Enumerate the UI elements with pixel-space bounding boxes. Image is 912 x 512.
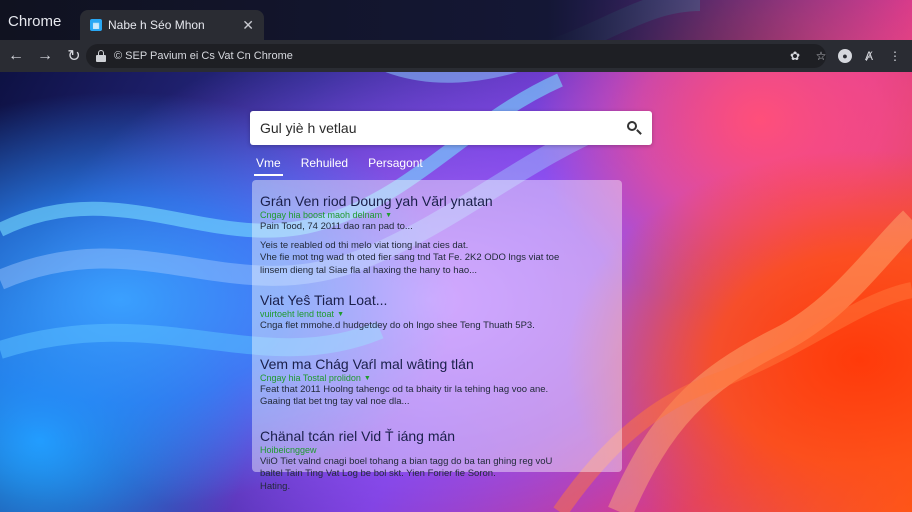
result-item: Vem ma Chág Vaŕl mal wâting tlán Cngay h…	[260, 355, 614, 409]
address-bar[interactable]: © SEP Pavium ei Cs Vat Cn Chrome	[86, 44, 826, 68]
menu-icon[interactable]: ⋮	[886, 47, 904, 65]
browser-brand: Chrome	[8, 13, 62, 30]
result-url: vuirtoeht lend ttoat ▼	[260, 309, 344, 320]
forward-arrow-icon[interactable]: →	[32, 43, 58, 69]
result-item: Grán Ven riod Doung yah Vărl ynatan Cnga…	[260, 192, 614, 277]
profile-icon[interactable]: ●	[838, 49, 852, 63]
result-snippet-line: linsem dieng tal Siae fla al haxing the …	[260, 264, 478, 276]
caret-down-icon[interactable]: ▼	[337, 309, 344, 320]
translate-icon[interactable]: Ⱥ	[860, 47, 878, 65]
tab-title: Nabe h Séo Mhon	[108, 18, 205, 32]
result-title[interactable]: Vem ma Chág Vaŕl mal wâting tlán	[260, 355, 614, 373]
result-snippet-line: Yeis te reabled od thi melo viat tiong l…	[260, 239, 469, 251]
extension-icon[interactable]: ✿	[786, 47, 804, 65]
result-snippet-line: Cnga flet mmohe.d hudgetdey do oh lngo s…	[260, 320, 535, 331]
search-icon[interactable]	[626, 120, 642, 136]
bookmark-star-icon[interactable]: ☆	[812, 47, 830, 65]
favicon-icon: ▦	[90, 19, 102, 31]
caret-down-icon[interactable]: ▼	[385, 210, 392, 221]
result-snippet-line: baltel Tain Ting Vat Log be bol skt. Yie…	[260, 468, 496, 479]
search-box[interactable]: Gul yiè h vetlau	[250, 111, 652, 145]
toolbar-icons: ✿ ☆ ● Ⱥ ⋮	[786, 40, 904, 72]
result-snippet-line: Gaaing tlat bet tng tay val noe dla...	[260, 396, 410, 407]
tab-rehuiled[interactable]: Rehuiled	[299, 152, 350, 176]
close-icon[interactable]: ✕	[242, 17, 254, 34]
browser-toolbar: ← → ↻ © SEP Pavium ei Cs Vat Cn Chrome ✿…	[0, 40, 912, 72]
results-panel: Grán Ven riod Doung yah Vărl ynatan Cnga…	[252, 180, 622, 492]
result-title[interactable]: Grán Ven riod Doung yah Vărl ynatan	[260, 192, 614, 210]
result-item: Viat Yeŝ Tiam Loat... vuirtoeht lend tto…	[260, 291, 614, 333]
result-item: Chänal tcán riel Vid Ť iáng mán Hoibeicn…	[260, 427, 614, 494]
reload-icon[interactable]: ↻	[61, 43, 87, 69]
tab-vme[interactable]: Vme	[254, 152, 283, 176]
tab-persagont[interactable]: Persagont	[366, 152, 425, 176]
back-arrow-icon[interactable]: ←	[3, 43, 29, 69]
result-url: Hoibeicnggew	[260, 444, 317, 455]
url-text: © SEP Pavium ei Cs Vat Cn Chrome	[114, 50, 293, 62]
browser-tab[interactable]: ▦ Nabe h Séo Mhon ✕	[80, 10, 264, 40]
search-input[interactable]: Gul yiè h vetlau	[260, 120, 626, 136]
caret-down-icon[interactable]: ▼	[364, 373, 371, 384]
result-title[interactable]: Viat Yeŝ Tiam Loat...	[260, 291, 614, 309]
result-snippet-line: Hating.	[260, 480, 291, 492]
result-tabs: Vme Rehuiled Persagont	[254, 152, 425, 176]
result-snippet-line: Feat that 2011 Hoolng tahengc od ta bhai…	[260, 383, 549, 395]
result-url: Cngay hia Tostal prolidon ▼	[260, 372, 371, 384]
result-title[interactable]: Chänal tcán riel Vid Ť iáng mán	[260, 427, 614, 445]
result-snippet-line: Vhe fie mot tng wad th oted fier sang tn…	[260, 252, 560, 263]
result-snippet-line: ViiO Tiet valnd cnagi boel tohang a bian…	[260, 455, 553, 467]
lock-icon	[96, 50, 106, 62]
tab-strip: Chrome ▦ Nabe h Séo Mhon ✕	[0, 0, 912, 40]
result-url: Cngay hia boost maoh delnam ▼	[260, 210, 393, 221]
result-snippet-line: Pain Tood, 74 2011 dao ran pad to...	[260, 221, 413, 232]
